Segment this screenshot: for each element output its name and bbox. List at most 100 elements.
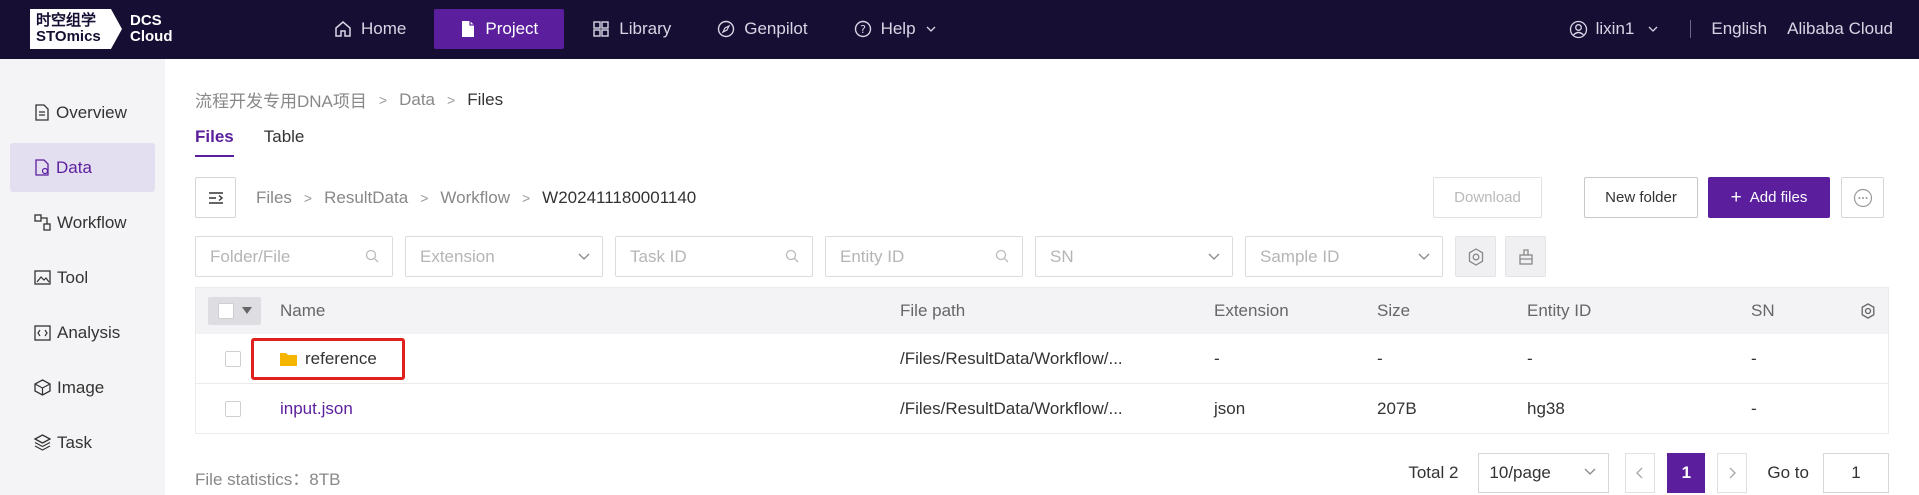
next-page-button[interactable] — [1717, 453, 1748, 493]
new-folder-button[interactable]: New folder — [1584, 177, 1698, 218]
sidebar-item-analysis[interactable]: Analysis — [10, 308, 155, 357]
document-icon — [35, 104, 49, 121]
task-id-input[interactable]: Task ID — [615, 236, 813, 277]
toggle-tree-button[interactable] — [195, 177, 236, 218]
row-checkbox[interactable] — [225, 400, 241, 417]
nav-project[interactable]: Project — [434, 9, 565, 49]
svg-text:?: ? — [860, 23, 866, 36]
layers-icon — [34, 434, 51, 451]
caret-down-icon — [242, 307, 252, 314]
row-extension: json — [1214, 398, 1246, 418]
nav-genpilot[interactable]: Genpilot — [699, 9, 825, 49]
column-settings-button[interactable] — [1860, 288, 1876, 334]
column-size: Size — [1377, 301, 1411, 320]
menu-collapse-icon — [208, 191, 223, 204]
sidebar-item-image[interactable]: Image — [10, 363, 155, 412]
row-path: /Files/ResultData/Workflow/... — [900, 348, 1123, 368]
clear-filter-button[interactable] — [1505, 236, 1546, 277]
brand-line-2: Cloud — [130, 28, 173, 45]
language-switch[interactable]: English — [1711, 19, 1767, 39]
column-extension: Extension — [1214, 301, 1289, 320]
sn-select[interactable]: SN — [1035, 236, 1233, 277]
nav-library-label: Library — [619, 19, 672, 38]
nav-project-label: Project — [485, 19, 539, 38]
page-1-button[interactable]: 1 — [1667, 453, 1706, 493]
breadcrumb-separator: > — [447, 91, 456, 108]
row-size: 207B — [1377, 398, 1417, 418]
column-sn: SN — [1751, 301, 1775, 320]
column-file-path: File path — [900, 301, 966, 320]
tab-table[interactable]: Table — [264, 127, 305, 157]
sidebar: Overview Data Workflow Tool Analysis Ima… — [0, 59, 165, 495]
path-workflow[interactable]: Workflow — [440, 188, 510, 208]
select-all-checkbox[interactable] — [218, 303, 234, 319]
user-icon — [1569, 20, 1587, 38]
page-size-select[interactable]: 10/page — [1478, 453, 1610, 493]
file-table: Name File path Extension Size Entity ID … — [195, 287, 1889, 434]
row-checkbox-cell — [225, 384, 241, 433]
more-button[interactable] — [1841, 177, 1884, 218]
home-icon — [335, 21, 351, 37]
row-size: - — [1377, 348, 1383, 368]
row-entity-id: - — [1527, 348, 1533, 368]
region-switch[interactable]: Alibaba Cloud — [1787, 19, 1893, 39]
add-files-button[interactable]: + Add files — [1708, 177, 1830, 218]
path-files[interactable]: Files — [256, 188, 292, 208]
path-separator: > — [420, 189, 429, 206]
user-menu[interactable]: lixin1 — [1569, 19, 1667, 39]
sidebar-item-tool[interactable]: Tool — [10, 253, 155, 302]
chevron-down-icon — [1418, 253, 1430, 260]
tab-files[interactable]: Files — [195, 127, 234, 157]
sidebar-item-label: Tool — [57, 267, 89, 287]
path-separator: > — [521, 189, 531, 206]
row-entity-id: hg38 — [1527, 398, 1565, 418]
add-files-label: Add files — [1749, 189, 1808, 206]
table-row[interactable]: input.json /Files/ResultData/Workflow/..… — [196, 384, 1888, 434]
sidebar-item-task[interactable]: Task — [10, 418, 155, 467]
pagination: Total 2 10/page 1 Go to 1 — [1408, 453, 1889, 493]
sidebar-item-overview[interactable]: Overview — [10, 88, 155, 137]
brand-line-1: DCS — [130, 12, 162, 29]
divider — [1690, 20, 1692, 38]
stomics-logo: 时空组学 STOmics — [30, 9, 122, 49]
row-name-link[interactable]: input.json — [280, 384, 353, 433]
logo[interactable]: 时空组学 STOmics DCS Cloud — [30, 9, 173, 49]
path-separator: > — [303, 189, 313, 206]
select-all-dropdown[interactable] — [208, 297, 261, 325]
logo-line-2: STOmics — [36, 28, 101, 45]
folder-icon — [280, 352, 297, 366]
breadcrumb-project[interactable]: 流程开发专用DNA项目 — [195, 87, 367, 112]
extension-select[interactable]: Extension — [405, 236, 603, 277]
row-name[interactable]: reference — [280, 334, 377, 383]
top-navigation-bar: 时空组学 STOmics DCS Cloud Home Project Libr… — [0, 0, 1919, 59]
entity-id-input[interactable]: Entity ID — [825, 236, 1023, 277]
brand-text: DCS Cloud — [130, 13, 173, 45]
box-icon — [34, 379, 51, 396]
grid-icon — [593, 21, 609, 37]
sample-id-select[interactable]: Sample ID — [1245, 236, 1443, 277]
nav-help[interactable]: ? Help — [836, 9, 954, 49]
row-checkbox[interactable] — [225, 350, 241, 367]
row-checkbox-cell — [225, 334, 241, 383]
nav-library[interactable]: Library — [574, 9, 689, 49]
prev-page-button[interactable] — [1625, 453, 1656, 493]
download-button[interactable]: Download — [1433, 177, 1542, 218]
filter-settings-button[interactable] — [1455, 236, 1496, 277]
breadcrumb-data[interactable]: Data — [399, 90, 435, 110]
task-id-placeholder: Task ID — [630, 246, 687, 266]
file-icon — [462, 21, 475, 37]
main-nav: Home Project Library Genpilot ? Help — [316, 9, 964, 49]
goto-page-input[interactable]: 1 — [1823, 453, 1889, 493]
table-row[interactable]: reference /Files/ResultData/Workflow/...… — [196, 334, 1888, 384]
folder-file-input[interactable]: Folder/File — [195, 236, 393, 277]
sidebar-item-workflow[interactable]: Workflow — [10, 198, 155, 247]
search-icon — [785, 249, 799, 263]
nav-home[interactable]: Home — [316, 9, 424, 49]
search-icon — [995, 249, 1009, 263]
chevron-down-icon — [926, 26, 936, 32]
plus-icon: + — [1730, 187, 1742, 208]
sidebar-item-data[interactable]: Data — [10, 143, 155, 192]
breadcrumb-separator: > — [378, 91, 388, 108]
entity-id-placeholder: Entity ID — [840, 246, 905, 266]
path-resultdata[interactable]: ResultData — [324, 188, 408, 208]
